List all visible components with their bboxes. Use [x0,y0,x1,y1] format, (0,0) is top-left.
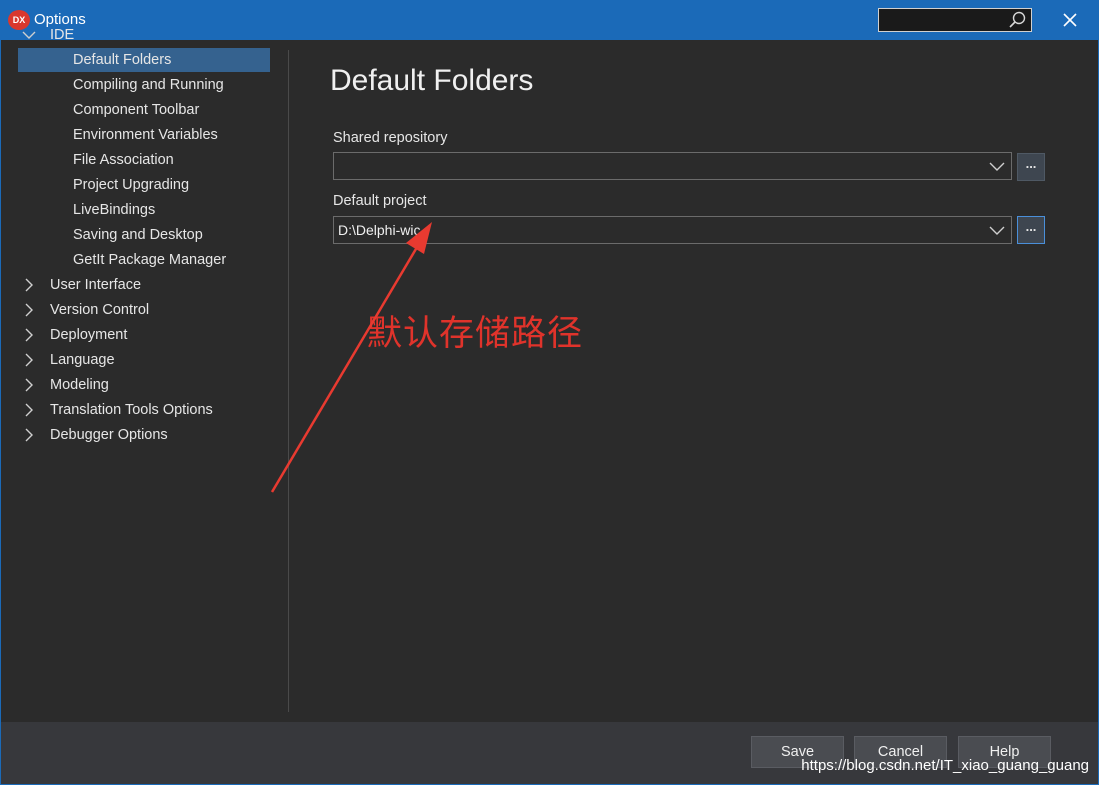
search-icon[interactable] [1007,10,1027,30]
page-title: Default Folders [330,64,534,97]
tree-node-label: Modeling [50,377,109,393]
dialog-footer: Save Cancel Help [1,722,1098,784]
chevron-right-icon[interactable] [22,328,36,342]
tree-node-label: User Interface [50,277,142,293]
shared-repository-combo[interactable] [333,152,1012,180]
chevron-right-icon[interactable] [22,278,36,292]
close-icon [1063,13,1077,27]
tree-node-label: IDE [50,27,75,43]
watermark: https://blog.csdn.net/IT_xiao_guang_guan… [801,757,1089,774]
tree-node-label: Translation Tools Options [50,402,213,418]
tree-item-getit-package-manager[interactable]: GetIt Package Manager [18,248,270,272]
chevron-down-icon[interactable] [989,160,1005,172]
chevron-right-icon[interactable] [22,353,36,367]
chevron-right-icon[interactable] [22,303,36,317]
chevron-right-icon[interactable] [22,428,36,442]
tree-item-label: File Association [73,152,174,168]
shared-repository-label: Shared repository [333,130,448,146]
tree-item-project-upgrading[interactable]: Project Upgrading [18,173,270,197]
tree-item-label: Environment Variables [73,127,218,143]
close-button[interactable] [1050,0,1090,40]
tree-item-file-association[interactable]: File Association [18,148,270,172]
tree-item-default-folders[interactable]: Default Folders [18,48,270,72]
tree-node-language[interactable]: Language [16,348,270,372]
annotation-arrow-icon [270,222,432,493]
options-tree: IDE Default Folders Compiling and Runnin… [16,23,272,623]
tree-node-label: Version Control [50,302,150,318]
tree-node-debugger-options[interactable]: Debugger Options [16,423,270,447]
tree-item-environment-variables[interactable]: Environment Variables [18,123,270,147]
tree-node-version-control[interactable]: Version Control [16,298,270,322]
tree-item-livebindings[interactable]: LiveBindings [18,198,270,222]
chevron-right-icon[interactable] [22,378,36,392]
shared-repository-browse-button[interactable]: ... [1017,153,1045,181]
search-input[interactable] [878,8,1032,32]
tree-node-label: Debugger Options [50,427,168,443]
tree-item-saving-and-desktop[interactable]: Saving and Desktop [18,223,270,247]
tree-item-label: Default Folders [73,52,172,68]
tree-node-ide[interactable]: IDE [16,23,270,47]
tree-node-user-interface[interactable]: User Interface [16,273,270,297]
chevron-down-icon[interactable] [22,28,36,42]
tree-item-label: LiveBindings [73,202,156,218]
tree-item-compiling-and-running[interactable]: Compiling and Running [18,73,270,97]
tree-item-label: Compiling and Running [73,77,224,93]
tree-node-deployment[interactable]: Deployment [16,323,270,347]
default-project-label: Default project [333,193,427,209]
tree-item-label: Project Upgrading [73,177,190,193]
tree-item-label: Component Toolbar [73,102,200,118]
tree-node-label: Deployment [50,327,128,343]
chevron-right-icon[interactable] [22,403,36,417]
default-project-browse-button[interactable]: ... [1017,216,1045,244]
tree-item-label: GetIt Package Manager [73,252,227,268]
tree-node-label: Language [50,352,115,368]
tree-item-label: Saving and Desktop [73,227,203,243]
chevron-down-icon[interactable] [989,224,1005,236]
tree-item-component-toolbar[interactable]: Component Toolbar [18,98,270,122]
tree-node-modeling[interactable]: Modeling [16,373,270,397]
tree-node-translation-tools-options[interactable]: Translation Tools Options [16,398,270,422]
